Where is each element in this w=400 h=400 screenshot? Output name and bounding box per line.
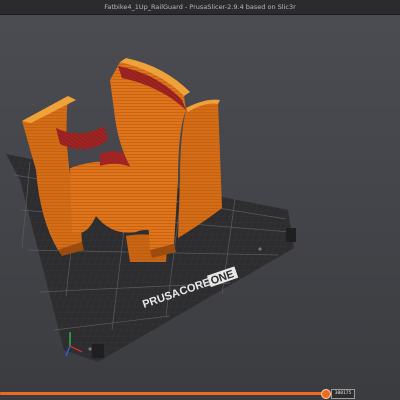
- layer-slider-thumb[interactable]: [321, 389, 331, 399]
- bed-screw: [88, 347, 92, 351]
- layer-readout: 300175: [331, 389, 355, 399]
- 3d-viewport[interactable]: PRUSA CORE ONE: [0, 15, 400, 400]
- scene-canvas[interactable]: PRUSA CORE ONE: [0, 15, 400, 400]
- bed-screw: [258, 247, 262, 251]
- window-titlebar: Fatbike4_1Up_RailGuard - PrusaSlicer-2.9…: [0, 0, 400, 15]
- layer-slider-track[interactable]: [0, 392, 330, 395]
- window-title: Fatbike4_1Up_RailGuard - PrusaSlicer-2.9…: [104, 3, 296, 11]
- bed-corner-tab: [92, 344, 104, 358]
- bed-corner-tab: [286, 228, 296, 242]
- layer-slider[interactable]: 300175: [0, 389, 400, 400]
